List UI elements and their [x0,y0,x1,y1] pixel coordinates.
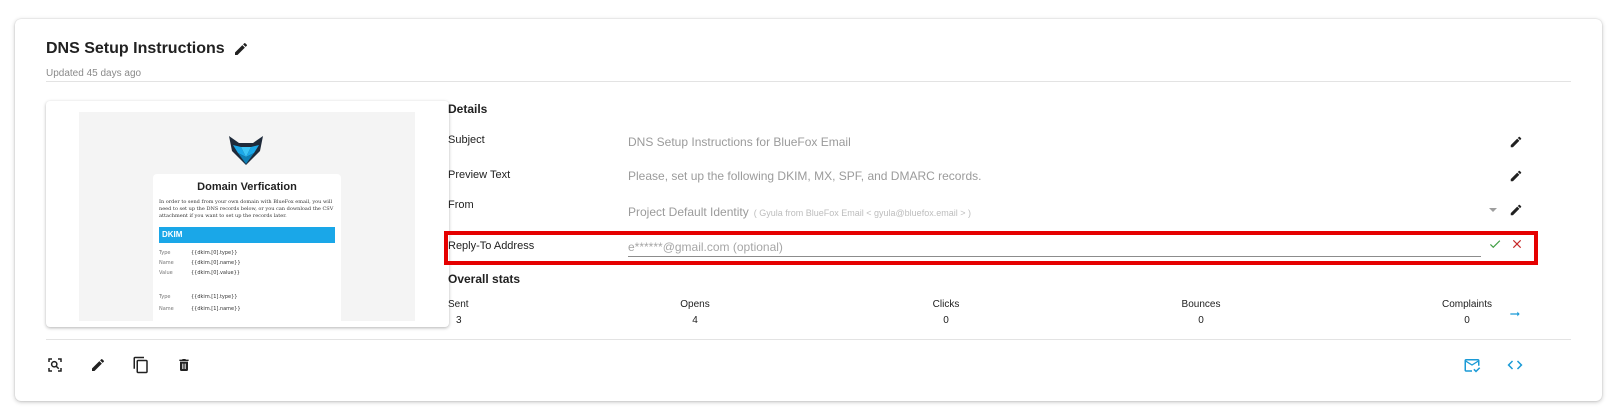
from-value[interactable]: Project Default Identity ( Gyula from Blu… [628,205,971,219]
record-key: Type [159,294,171,300]
email-title: Domain Verfication [197,181,297,193]
title-row: DNS Setup Instructions [46,40,249,58]
from-edit-pencil-icon[interactable] [1509,203,1523,217]
from-dropdown-caret-icon[interactable] [1489,208,1497,212]
subject-label: Subject [448,134,485,146]
record-value: {{dkim.[0].value}} [191,270,240,276]
email-preview[interactable]: Domain Verfication In order to send from… [46,101,449,327]
template-card: DNS Setup Instructions Updated 45 days a… [15,19,1602,401]
confirm-check-icon[interactable] [1487,236,1503,252]
email-card: Domain Verfication In order to send from… [153,174,341,321]
stat-sent: Sent 3 [448,299,469,326]
stat-value: 4 [692,315,698,326]
stat-label: Complaints [1441,299,1493,310]
record-key: Value [159,270,173,276]
reply-to-label: Reply-To Address [448,240,535,252]
details-heading: Details [448,102,488,116]
record-row: Name {{dkim.[0].name}} [159,260,241,266]
stat-label: Sent [448,299,469,310]
code-icon[interactable] [1506,356,1524,374]
title-edit-pencil-icon[interactable] [233,41,249,57]
stat-value: 3 [456,315,462,326]
cancel-close-icon[interactable] [1509,236,1525,252]
mark-email-read-icon[interactable] [1463,356,1481,374]
preview-canvas: Domain Verfication In order to send from… [79,112,415,321]
stat-value: 0 [1198,315,1204,326]
stat-opens: Opens 4 [675,299,715,326]
stat-complaints: Complaints 0 [1439,299,1495,326]
stat-label: Clicks [932,299,960,310]
bluefox-logo-icon [229,136,263,165]
preview-text-edit-pencil-icon[interactable] [1509,169,1523,183]
record-value: {{dkim.[0].type}} [191,250,238,256]
stat-clicks: Clicks 0 [926,299,966,326]
overall-stats-heading: Overall stats [448,272,521,286]
preview-text-value: Please, set up the following DKIM, MX, S… [628,169,982,183]
record-value: {{dkim.[1].type}} [191,294,238,300]
stat-value: 0 [1464,315,1470,326]
zoom-in-icon[interactable] [46,356,64,374]
record-key: Name [159,260,174,266]
subject-value: DNS Setup Instructions for BlueFox Email [628,135,851,149]
record-value: {{dkim.[1].name}} [191,306,241,312]
reply-to-input[interactable] [628,238,1481,257]
delete-icon[interactable] [175,356,193,374]
record-value: {{dkim.[0].name}} [191,260,241,266]
updated-timestamp: Updated 45 days ago [46,68,142,79]
stat-bounces: Bounces 0 [1176,299,1226,326]
page-title: DNS Setup Instructions [46,40,225,57]
divider [46,81,1571,82]
from-label: From [448,199,474,211]
from-identity-detail: ( Gyula from BlueFox Email < gyula@bluef… [753,208,971,218]
record-key: Name [159,306,174,312]
record-row: Type {{dkim.[1].type}} [159,294,237,300]
divider [46,339,1571,340]
record-row: Name {{dkim.[1].name}} [159,306,241,312]
copy-icon[interactable] [132,356,150,374]
record-key: Type [159,250,171,256]
stat-label: Bounces [1181,299,1221,310]
dkim-heading: DKIM [159,227,335,243]
stat-label: Opens [680,299,710,310]
stat-value: 0 [943,315,949,326]
stats-details-arrow-right-icon[interactable] [1507,306,1523,322]
from-identity: Project Default Identity [628,205,749,219]
record-row: Value {{dkim.[0].value}} [159,270,240,276]
record-row: Type {{dkim.[0].type}} [159,250,237,256]
edit-pencil-icon[interactable] [89,356,107,374]
subject-edit-pencil-icon[interactable] [1509,135,1523,149]
email-intro: In order to send from your own domain wi… [159,199,334,219]
preview-text-label: Preview Text [448,169,511,181]
